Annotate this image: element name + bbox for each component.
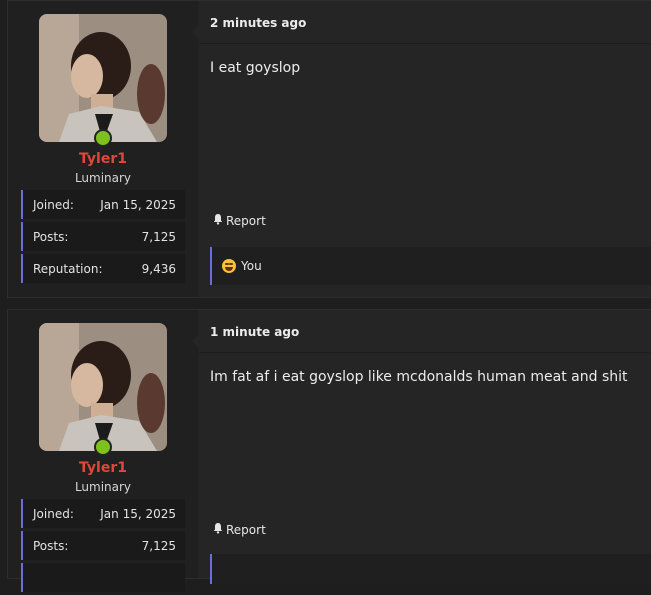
- report-label: Report: [226, 522, 266, 537]
- post-arrow: [192, 334, 199, 348]
- username[interactable]: Tyler1: [8, 151, 198, 167]
- online-status-dot: [94, 129, 112, 147]
- stat-value: Jan 15, 2025: [100, 197, 176, 212]
- stat-value: 7,125: [141, 538, 176, 553]
- reactions-bar[interactable]: You: [210, 247, 651, 285]
- reaction-users[interactable]: You: [241, 259, 262, 273]
- avatar[interactable]: [39, 14, 167, 142]
- post: Tyler1 Luminary Joined: Jan 15, 2025 Pos…: [7, 309, 651, 592]
- avatar[interactable]: [39, 323, 167, 451]
- post-content: 2 minutes ago I eat goyslop Report You: [192, 1, 651, 297]
- stat-posts: Posts: 7,125: [21, 531, 185, 560]
- online-status-dot: [94, 438, 112, 456]
- stat-joined: Joined: Jan 15, 2025: [21, 499, 185, 528]
- user-stats: Joined: Jan 15, 2025 Posts: 7,125: [21, 499, 185, 595]
- report-button[interactable]: Report: [212, 522, 266, 537]
- stat-label: Joined:: [33, 197, 74, 212]
- post-author-panel: Tyler1 Luminary Joined: Jan 15, 2025 Pos…: [8, 310, 198, 592]
- post-message: Im fat af i eat goyslop like mcdonalds h…: [210, 369, 628, 385]
- stat-reputation: [21, 563, 185, 592]
- report-button[interactable]: Report: [212, 213, 266, 228]
- user-stats: Joined: Jan 15, 2025 Posts: 7,125 Reputa…: [21, 190, 185, 286]
- post: Tyler1 Luminary Joined: Jan 15, 2025 Pos…: [7, 0, 651, 298]
- report-label: Report: [226, 213, 266, 228]
- tears-of-joy-emoji-icon: [222, 259, 236, 273]
- stat-value: 9,436: [141, 261, 176, 276]
- user-title: Luminary: [74, 171, 132, 185]
- stat-value: 7,125: [141, 229, 176, 244]
- post-arrow: [192, 25, 199, 39]
- stat-joined: Joined: Jan 15, 2025: [21, 190, 185, 219]
- reactions-bar[interactable]: [210, 554, 651, 584]
- stat-reputation: Reputation: 9,436: [21, 254, 185, 283]
- post-message: I eat goyslop: [210, 60, 301, 76]
- bell-icon: [212, 522, 224, 537]
- post-timestamp[interactable]: 1 minute ago: [210, 325, 299, 339]
- post-timestamp[interactable]: 2 minutes ago: [210, 16, 306, 30]
- post-author-panel: Tyler1 Luminary Joined: Jan 15, 2025 Pos…: [8, 1, 198, 297]
- stat-label: Posts:: [33, 229, 69, 244]
- stat-label: Joined:: [33, 506, 74, 521]
- stat-label: Posts:: [33, 538, 69, 553]
- user-title: Luminary: [74, 480, 132, 494]
- bell-icon: [212, 213, 224, 228]
- divider: [199, 352, 651, 353]
- username[interactable]: Tyler1: [8, 460, 198, 476]
- divider: [199, 43, 651, 44]
- stat-value: Jan 15, 2025: [100, 506, 176, 521]
- post-content: 1 minute ago Im fat af i eat goyslop lik…: [192, 310, 651, 584]
- stat-posts: Posts: 7,125: [21, 222, 185, 251]
- stat-label: Reputation:: [33, 261, 103, 276]
